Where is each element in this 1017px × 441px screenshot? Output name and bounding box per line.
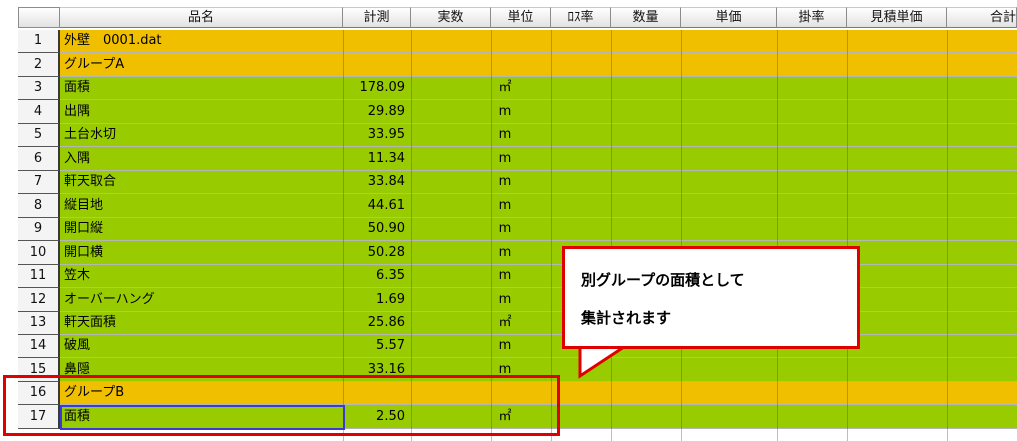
table-row[interactable] bbox=[60, 100, 1017, 124]
row-number[interactable]: 6 bbox=[18, 147, 60, 171]
table-row[interactable] bbox=[60, 265, 1017, 288]
row-number[interactable]: 13 bbox=[18, 312, 60, 335]
unit-cell[interactable]: m bbox=[490, 288, 520, 311]
row-number[interactable]: 7 bbox=[18, 171, 60, 194]
corner-cell[interactable] bbox=[18, 7, 60, 28]
row-number[interactable]: 5 bbox=[18, 124, 60, 147]
table-row[interactable] bbox=[60, 194, 1017, 218]
callout-line-2: 集計されます bbox=[581, 309, 672, 327]
measure-cell[interactable]: 1.69 bbox=[345, 288, 405, 311]
row-number[interactable]: 1 bbox=[18, 30, 60, 53]
row-number[interactable]: 3 bbox=[18, 77, 60, 100]
measure-cell[interactable]: 44.61 bbox=[345, 194, 405, 217]
table-row[interactable] bbox=[60, 312, 1017, 335]
header-total[interactable]: 合計 bbox=[947, 7, 1017, 28]
table-row[interactable] bbox=[60, 124, 1017, 147]
row-number[interactable]: 9 bbox=[18, 218, 60, 241]
measure-cell[interactable]: 178.09 bbox=[345, 77, 406, 99]
item-name-cell[interactable]: 破風 bbox=[64, 335, 90, 357]
measure-cell[interactable]: 25.86 bbox=[345, 312, 405, 334]
header-estimate-price[interactable]: 見積単価 bbox=[847, 7, 947, 28]
unit-cell[interactable]: m bbox=[490, 124, 520, 146]
column-divider bbox=[681, 30, 682, 441]
header-quantity[interactable]: 数量 bbox=[611, 7, 681, 28]
row-number[interactable]: 8 bbox=[18, 194, 60, 218]
column-divider bbox=[947, 30, 948, 441]
measure-cell[interactable]: 6.35 bbox=[345, 265, 405, 287]
unit-cell[interactable]: m bbox=[490, 147, 520, 170]
item-name-cell[interactable]: オーバーハング bbox=[64, 288, 155, 311]
measure-cell[interactable]: 11.34 bbox=[345, 147, 405, 170]
item-name-cell[interactable]: 入隅 bbox=[64, 147, 90, 170]
table-row[interactable] bbox=[60, 171, 1017, 194]
header-rate[interactable]: 掛率 bbox=[777, 7, 847, 28]
item-name-cell[interactable]: 軒天面積 bbox=[64, 312, 116, 334]
measure-cell[interactable]: 50.90 bbox=[345, 218, 405, 240]
header-actual[interactable]: 実数 bbox=[411, 7, 491, 28]
header-unit[interactable]: 単位 bbox=[491, 7, 551, 28]
item-name-cell[interactable]: 笠木 bbox=[64, 265, 90, 287]
unit-cell[interactable]: ㎡ bbox=[490, 312, 520, 334]
row-number[interactable]: 4 bbox=[18, 100, 60, 124]
row-number[interactable]: 2 bbox=[18, 53, 60, 77]
table-row[interactable] bbox=[60, 77, 1017, 100]
item-name-cell[interactable]: 軒天取合 bbox=[64, 171, 116, 193]
measure-cell[interactable]: 33.95 bbox=[345, 124, 405, 146]
table-row[interactable] bbox=[60, 288, 1017, 312]
header-item-name[interactable]: 品名 bbox=[60, 7, 343, 28]
table-row[interactable] bbox=[60, 30, 1017, 53]
row-number[interactable]: 10 bbox=[18, 241, 60, 265]
table-row[interactable] bbox=[60, 147, 1017, 171]
callout-line-1: 別グループの面積として bbox=[581, 271, 745, 289]
unit-cell[interactable]: m bbox=[490, 265, 520, 287]
table-row[interactable] bbox=[60, 218, 1017, 241]
item-name-cell[interactable]: 出隅 bbox=[64, 100, 90, 123]
column-divider bbox=[777, 30, 778, 441]
unit-cell[interactable]: m bbox=[490, 335, 520, 357]
unit-cell[interactable]: m bbox=[490, 194, 520, 217]
row-number[interactable]: 12 bbox=[18, 288, 60, 312]
measure-cell[interactable]: 50.28 bbox=[345, 241, 405, 264]
header-loss-rate[interactable]: ﾛｽ率 bbox=[551, 7, 611, 28]
unit-cell[interactable]: m bbox=[490, 171, 520, 193]
measure-cell[interactable]: 5.57 bbox=[345, 335, 405, 357]
row-number[interactable]: 11 bbox=[18, 265, 60, 288]
item-name-cell[interactable]: 開口横 bbox=[64, 241, 103, 264]
group-b-highlight-box bbox=[3, 375, 560, 436]
item-name-cell[interactable]: 面積 bbox=[64, 77, 90, 99]
table-row[interactable] bbox=[60, 335, 1017, 358]
item-name-cell[interactable]: 外壁 0001.dat bbox=[64, 30, 162, 52]
item-name-cell[interactable]: 土台水切 bbox=[64, 124, 116, 146]
table-row[interactable] bbox=[60, 53, 1017, 77]
measure-cell[interactable]: 29.89 bbox=[345, 100, 405, 123]
unit-cell[interactable]: ㎡ bbox=[490, 77, 520, 99]
column-divider bbox=[847, 30, 848, 441]
unit-cell[interactable]: m bbox=[490, 218, 520, 240]
unit-cell[interactable]: m bbox=[490, 100, 520, 123]
table-row[interactable] bbox=[60, 241, 1017, 265]
row-number[interactable]: 14 bbox=[18, 335, 60, 358]
item-name-cell[interactable]: グループA bbox=[64, 53, 124, 76]
measure-cell[interactable]: 33.84 bbox=[345, 171, 405, 193]
item-name-cell[interactable]: 縦目地 bbox=[64, 194, 103, 217]
item-name-cell[interactable]: 開口縦 bbox=[64, 218, 103, 240]
header-measure[interactable]: 計測 bbox=[343, 7, 411, 28]
header-unit-price[interactable]: 単価 bbox=[681, 7, 777, 28]
annotation-callout: 別グループの面積として 集計されます bbox=[562, 246, 860, 349]
unit-cell[interactable]: m bbox=[490, 241, 520, 264]
